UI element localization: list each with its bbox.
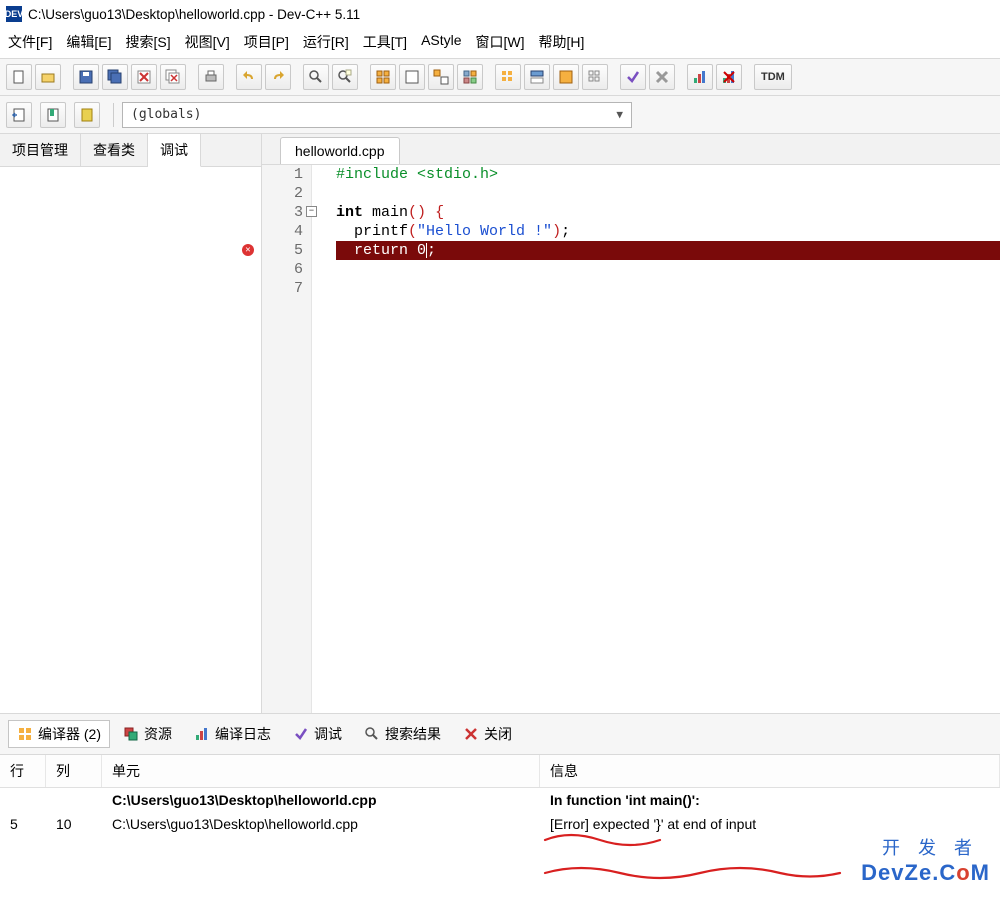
bottom-tab-label: 搜索结果	[385, 724, 441, 744]
watermark-zh: 开发者	[861, 834, 990, 860]
editor-area: helloworld.cpp 123−45✕67 #include <stdio…	[262, 134, 1000, 713]
code-lines[interactable]: #include <stdio.h>int main() { printf("H…	[312, 165, 1000, 713]
chart-icon	[194, 726, 210, 742]
layout1-button[interactable]	[495, 64, 521, 90]
layout2-button[interactable]	[524, 64, 550, 90]
close-all-button[interactable]	[160, 64, 186, 90]
bottom-tab-search[interactable]: 搜索结果	[355, 720, 450, 748]
header-line[interactable]: 行	[0, 755, 46, 787]
file-tabs: helloworld.cpp	[262, 134, 1000, 165]
search-icon	[364, 726, 380, 742]
bottom-tab-label: 资源	[144, 724, 172, 744]
scope-selector[interactable]: (globals) ▼	[122, 102, 632, 128]
bottom-tab-compiler[interactable]: 编译器 (2)	[8, 720, 110, 748]
side-tab-classview[interactable]: 查看类	[81, 134, 148, 166]
profile-button[interactable]	[687, 64, 713, 90]
toolbar: TDM	[0, 58, 1000, 96]
toggle-bookmark-button[interactable]	[74, 102, 100, 128]
bottom-tab-compilelog[interactable]: 编译日志	[185, 720, 280, 748]
bookmark-button[interactable]	[40, 102, 66, 128]
cell-msg: In function 'int main()':	[540, 788, 1000, 812]
header-unit[interactable]: 单元	[102, 755, 540, 787]
chevron-down-icon: ▼	[616, 108, 623, 121]
run-button[interactable]	[399, 64, 425, 90]
secondary-toolbar: (globals) ▼	[0, 96, 1000, 134]
table-row[interactable]: C:\Users\guo13\Desktop\helloworld.cpp In…	[0, 788, 1000, 812]
scope-selector-value: (globals)	[131, 107, 201, 122]
title-bar: DEV C:\Users\guo13\Desktop\helloworld.cp…	[0, 0, 1000, 28]
menu-astyle[interactable]: AStyle	[421, 32, 461, 52]
copies-icon	[123, 726, 139, 742]
menu-search[interactable]: 搜索[S]	[125, 32, 170, 52]
cell-col	[46, 788, 102, 812]
watermark-en: DevZe.CoM	[861, 860, 990, 886]
menu-edit[interactable]: 编辑[E]	[66, 32, 111, 52]
side-tab-debug[interactable]: 调试	[148, 134, 201, 167]
open-button[interactable]	[35, 64, 61, 90]
menu-view[interactable]: 视图[V]	[185, 32, 230, 52]
redo-button[interactable]	[265, 64, 291, 90]
menu-help[interactable]: 帮助[H]	[539, 32, 585, 52]
bottom-tab-label: 关闭	[484, 724, 512, 744]
grid-icon	[17, 726, 33, 742]
close-icon	[463, 726, 479, 742]
bottom-tab-label: 编译日志	[215, 724, 271, 744]
undo-button[interactable]	[236, 64, 262, 90]
cell-line	[0, 788, 46, 812]
compile-run-button[interactable]	[428, 64, 454, 90]
bottom-tab-label: 编译器 (2)	[38, 724, 101, 744]
goto-button[interactable]	[6, 102, 32, 128]
delete-profile-button[interactable]	[716, 64, 742, 90]
new-file-button[interactable]	[6, 64, 32, 90]
cell-unit: C:\Users\guo13\Desktop\helloworld.cpp	[102, 788, 540, 812]
menu-window[interactable]: 窗口[W]	[476, 32, 525, 52]
cell-col: 10	[46, 812, 102, 836]
print-button[interactable]	[198, 64, 224, 90]
app-icon: DEV	[6, 6, 22, 22]
file-tab-helloworld[interactable]: helloworld.cpp	[280, 137, 400, 164]
debug-button[interactable]	[620, 64, 646, 90]
bottom-tabs: 编译器 (2) 资源 编译日志 调试 搜索结果 关闭	[0, 714, 1000, 755]
watermark: 开发者 DevZe.CoM	[861, 834, 990, 886]
bottom-tab-close[interactable]: 关闭	[454, 720, 521, 748]
cell-msg: [Error] expected '}' at end of input	[540, 812, 1000, 836]
layout3-button[interactable]	[553, 64, 579, 90]
gutter: 123−45✕67	[262, 165, 312, 713]
menu-tools[interactable]: 工具[T]	[363, 32, 407, 52]
bottom-tab-label: 调试	[314, 724, 342, 744]
menu-bar: 文件[F] 编辑[E] 搜索[S] 视图[V] 项目[P] 运行[R] 工具[T…	[0, 28, 1000, 58]
table-header: 行 列 单元 信息	[0, 755, 1000, 788]
cell-line: 5	[0, 812, 46, 836]
header-msg[interactable]: 信息	[540, 755, 1000, 787]
side-tab-project[interactable]: 项目管理	[0, 134, 81, 166]
menu-project[interactable]: 项目[P]	[244, 32, 289, 52]
save-button[interactable]	[73, 64, 99, 90]
rebuild-button[interactable]	[457, 64, 483, 90]
menu-file[interactable]: 文件[F]	[8, 32, 52, 52]
window-title: C:\Users\guo13\Desktop\helloworld.cpp - …	[28, 7, 360, 22]
bottom-tab-debug[interactable]: 调试	[284, 720, 351, 748]
check-icon	[293, 726, 309, 742]
side-tabs: 项目管理 查看类 调试	[0, 134, 261, 167]
tdm-button[interactable]: TDM	[754, 64, 792, 90]
compiler-output-table: 行 列 单元 信息 C:\Users\guo13\Desktop\hellowo…	[0, 755, 1000, 836]
find-button[interactable]	[303, 64, 329, 90]
bottom-tab-resources[interactable]: 资源	[114, 720, 181, 748]
save-all-button[interactable]	[102, 64, 128, 90]
compile-button[interactable]	[370, 64, 396, 90]
close-button[interactable]	[131, 64, 157, 90]
stop-debug-button[interactable]	[649, 64, 675, 90]
table-row[interactable]: 5 10 C:\Users\guo13\Desktop\helloworld.c…	[0, 812, 1000, 836]
header-col[interactable]: 列	[46, 755, 102, 787]
replace-button[interactable]	[332, 64, 358, 90]
main-area: 项目管理 查看类 调试 helloworld.cpp 123−45✕67 #in…	[0, 134, 1000, 714]
cell-unit: C:\Users\guo13\Desktop\helloworld.cpp	[102, 812, 540, 836]
layout4-button[interactable]	[582, 64, 608, 90]
code-editor[interactable]: 123−45✕67 #include <stdio.h>int main() {…	[262, 165, 1000, 713]
side-panel: 项目管理 查看类 调试	[0, 134, 262, 713]
menu-run[interactable]: 运行[R]	[303, 32, 349, 52]
